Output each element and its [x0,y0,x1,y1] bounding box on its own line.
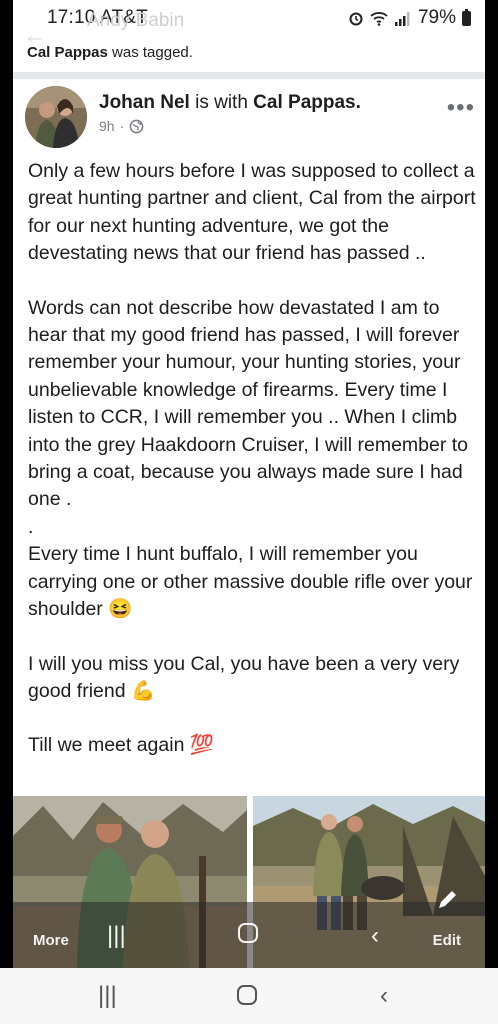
tagged-friend[interactable]: Cal Pappas. [253,92,361,113]
edit-button[interactable]: Edit [433,932,461,949]
wifi-icon [370,11,388,26]
more-button[interactable]: More [33,932,69,949]
alarm-icon [349,12,363,26]
battery-percent: 79% [417,7,456,28]
post-header: Johan Nel is with Cal Pappas. 9h · ••• [25,86,475,148]
paragraph-spacer [28,705,476,732]
status-icons: 79% [348,7,471,29]
with-text: is with [189,92,254,113]
tagged-name[interactable]: Cal Pappas [27,44,108,61]
recent-apps-icon[interactable]: ||| [107,922,126,950]
meta-separator: · [119,118,125,134]
pencil-icon[interactable] [435,888,459,912]
status-bar: ← 17:10 AT&T Andy Babin 79% [13,0,485,49]
back-icon[interactable]: ‹ [380,982,388,1010]
post-paragraph-5: Till we meet again 💯 [28,732,476,759]
back-icon[interactable]: ‹ [371,922,379,950]
flexed-biceps-emoji-icon: 💪 [131,679,156,702]
post-paragraph-4: I will you miss you Cal, you have been a… [28,651,476,706]
post-paragraph-3: Every time I hunt buffalo, I will rememb… [28,541,476,623]
signal-icon [394,11,410,26]
phone-screen: ← 17:10 AT&T Andy Babin 79% Cal Pappas w… [13,0,485,968]
post-paragraph-1: Only a few hours before I was supposed t… [28,160,476,265]
ghost-overlay-name: Andy Babin [87,10,185,31]
post-paragraph-2: Words can not describe how devastated I … [28,296,469,538]
post-text: Only a few hours before I was supposed t… [28,158,476,760]
laughing-emoji-icon: 😆 [108,598,133,621]
home-icon[interactable] [236,984,258,1013]
tag-notice-text: was tagged. [107,44,193,61]
author-name[interactable]: Johan Nel [99,92,190,113]
avatar[interactable] [25,86,87,148]
tag-notice: Cal Pappas was tagged. [27,44,193,61]
photo-overlay-toolbar: More ||| ‹ Edit [13,891,485,968]
author-line: Johan Nel is with Cal Pappas. [99,92,361,114]
home-icon[interactable] [237,922,259,951]
paragraph-spacer [28,268,476,295]
post-meta: 9h · [99,118,144,134]
globe-icon [129,119,144,133]
divider [13,72,485,79]
more-options-icon[interactable]: ••• [447,94,475,122]
battery-icon [462,8,471,26]
paragraph-spacer [28,624,476,651]
system-nav-bar: ||| ‹ [0,968,498,1024]
recent-apps-icon[interactable]: ||| [98,982,117,1010]
post-time[interactable]: 9h [99,118,115,134]
hundred-points-emoji-icon: 💯 [189,734,215,757]
